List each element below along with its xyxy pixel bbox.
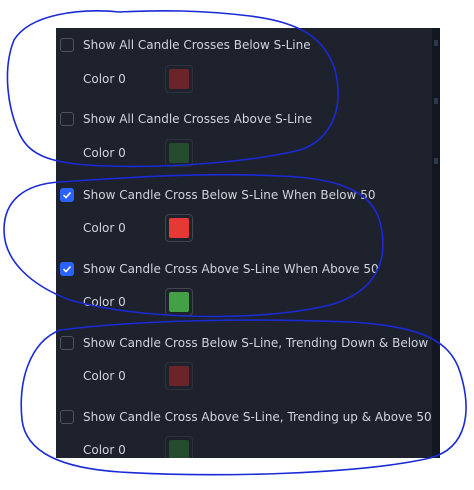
color-row-5: Color 0 bbox=[83, 436, 193, 458]
checkmark-icon bbox=[62, 265, 72, 273]
color-fill bbox=[169, 143, 189, 163]
color-swatch[interactable] bbox=[165, 436, 193, 458]
color-swatch[interactable] bbox=[165, 214, 193, 242]
edge-tick bbox=[434, 40, 438, 46]
color-fill bbox=[169, 366, 189, 386]
setting-row-0[interactable]: Show All Candle Crosses Below S-Line bbox=[60, 38, 311, 52]
color-swatch[interactable] bbox=[165, 288, 193, 316]
checkmark-icon bbox=[62, 191, 72, 199]
setting-row-2[interactable]: Show Candle Cross Below S-Line When Belo… bbox=[60, 188, 376, 202]
color-label: Color 0 bbox=[83, 72, 126, 86]
checkbox-icon[interactable] bbox=[60, 112, 74, 126]
edge-tick bbox=[434, 98, 438, 104]
color-fill bbox=[169, 440, 189, 458]
checkbox-icon[interactable] bbox=[60, 188, 74, 202]
setting-row-5[interactable]: Show Candle Cross Above S-Line, Trending… bbox=[60, 410, 432, 424]
color-label: Color 0 bbox=[83, 146, 126, 160]
color-row-0: Color 0 bbox=[83, 65, 193, 93]
color-swatch[interactable] bbox=[165, 362, 193, 390]
color-row-3: Color 0 bbox=[83, 288, 193, 316]
setting-label: Show All Candle Crosses Above S-Line bbox=[83, 112, 313, 126]
color-label: Color 0 bbox=[83, 221, 126, 235]
color-row-4: Color 0 bbox=[83, 362, 193, 390]
checkbox-icon[interactable] bbox=[60, 336, 74, 350]
color-fill bbox=[169, 292, 189, 312]
setting-label: Show All Candle Crosses Below S-Line bbox=[83, 38, 311, 52]
color-fill bbox=[169, 218, 189, 238]
color-label: Color 0 bbox=[83, 443, 126, 457]
checkbox-icon[interactable] bbox=[60, 410, 74, 424]
setting-row-1[interactable]: Show All Candle Crosses Above S-Line bbox=[60, 112, 312, 126]
color-label: Color 0 bbox=[83, 369, 126, 383]
color-swatch[interactable] bbox=[165, 65, 193, 93]
chart-edge-strip bbox=[432, 28, 440, 458]
setting-label: Show Candle Cross Below S-Line When Belo… bbox=[83, 188, 376, 202]
checkbox-icon[interactable] bbox=[60, 38, 74, 52]
setting-label: Show Candle Cross Below S-Line, Trending… bbox=[83, 336, 438, 350]
color-label: Color 0 bbox=[83, 295, 126, 309]
setting-row-3[interactable]: Show Candle Cross Above S-Line When Abov… bbox=[60, 262, 379, 276]
color-fill bbox=[169, 69, 189, 89]
color-row-2: Color 0 bbox=[83, 214, 193, 242]
checkbox-icon[interactable] bbox=[60, 262, 74, 276]
setting-label: Show Candle Cross Above S-Line, Trending… bbox=[83, 410, 432, 424]
color-row-1: Color 0 bbox=[83, 139, 193, 167]
setting-row-4[interactable]: Show Candle Cross Below S-Line, Trending… bbox=[60, 336, 438, 350]
color-swatch[interactable] bbox=[165, 139, 193, 167]
setting-label: Show Candle Cross Above S-Line When Abov… bbox=[83, 262, 379, 276]
edge-tick bbox=[434, 158, 438, 164]
settings-panel: Show All Candle Crosses Below S-Line Col… bbox=[56, 28, 438, 458]
